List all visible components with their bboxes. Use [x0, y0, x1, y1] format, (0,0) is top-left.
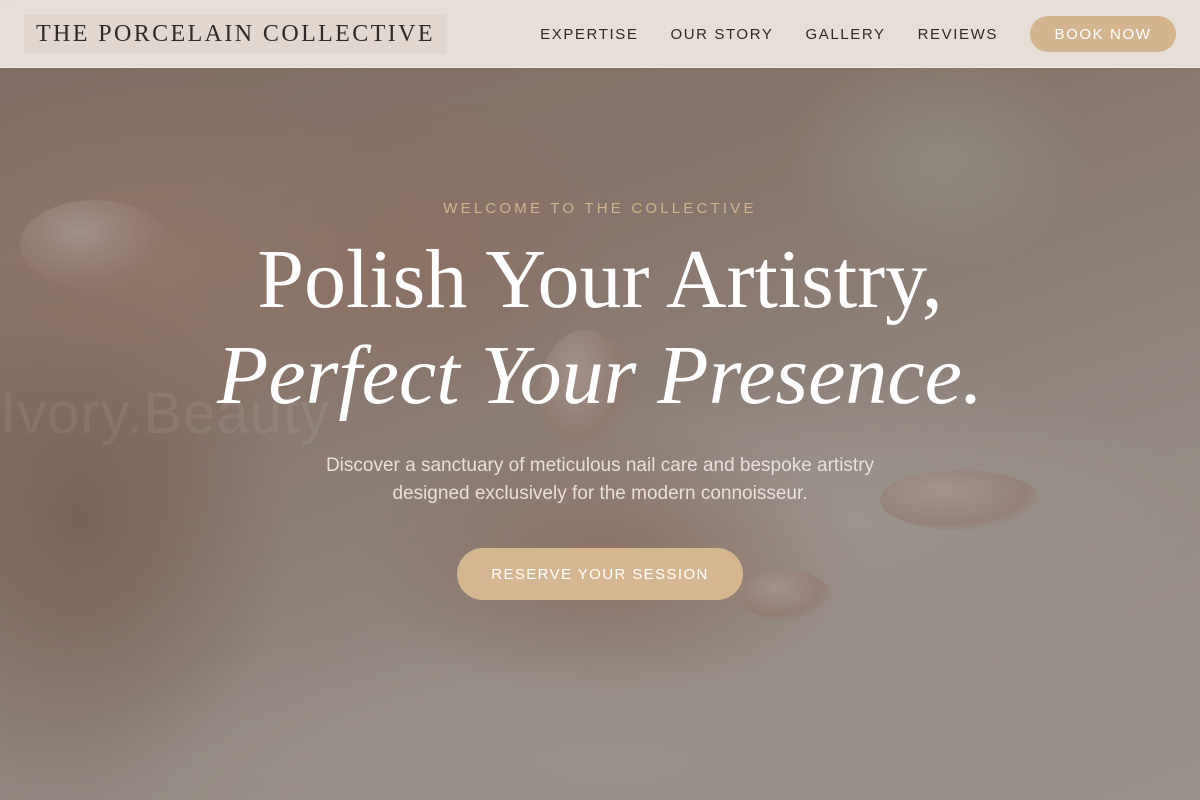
nav-link-our-story[interactable]: OUR STORY: [670, 26, 773, 43]
nav-link-expertise[interactable]: EXPERTISE: [540, 26, 638, 43]
hero-description-line-2: designed exclusively for the modern conn…: [392, 483, 808, 504]
hero-headline-line-2: Perfect Your Presence.: [217, 329, 983, 422]
hero-eyebrow: WELCOME TO THE COLLECTIVE: [443, 200, 757, 217]
top-navigation: THE PORCELAIN COLLECTIVE EXPERTISE OUR S…: [0, 0, 1200, 68]
book-now-button[interactable]: BOOK NOW: [1030, 16, 1176, 52]
nav-link-gallery[interactable]: GALLERY: [805, 26, 885, 43]
brand-logo[interactable]: THE PORCELAIN COLLECTIVE: [24, 15, 447, 53]
hero-headline: Polish Your Artistry, Perfect Your Prese…: [0, 232, 1200, 424]
reserve-session-button[interactable]: RESERVE YOUR SESSION: [457, 548, 743, 600]
nav-link-reviews[interactable]: REVIEWS: [918, 26, 998, 43]
landing-page: Ivory.Beauty THE PORCELAIN COLLECTIVE EX…: [0, 0, 1200, 800]
nav-links: EXPERTISE OUR STORY GALLERY REVIEWS BOOK…: [540, 16, 1176, 52]
hero-description: Discover a sanctuary of meticulous nail …: [250, 452, 950, 508]
hero-headline-line-1: Polish Your Artistry,: [257, 233, 943, 326]
hero-description-line-1: Discover a sanctuary of meticulous nail …: [325, 455, 875, 476]
